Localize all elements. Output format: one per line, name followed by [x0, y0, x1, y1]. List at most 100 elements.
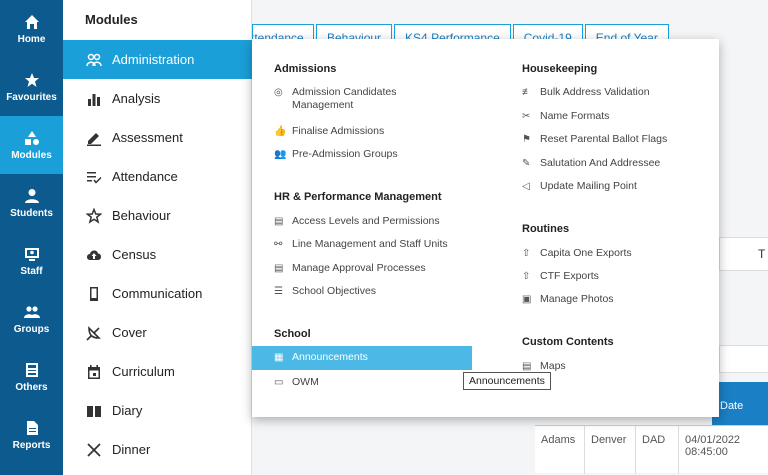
list-icon: ☰	[274, 286, 283, 297]
module-label: Communication	[112, 286, 203, 301]
menu-label: Name Formats	[540, 110, 610, 122]
phone-icon	[85, 286, 103, 302]
grid-cell: 04/01/2022 08:45:00	[685, 434, 741, 458]
rail-label: Reports	[12, 439, 51, 451]
cloud-upload-icon	[85, 247, 103, 263]
background-column-letter: T	[758, 247, 766, 261]
section-custom-contents: Custom Contents	[522, 336, 614, 348]
rail-students[interactable]: Students	[0, 174, 63, 232]
rail-others[interactable]: Others	[0, 348, 63, 406]
menu-label: Announcements	[292, 351, 368, 363]
table-icon: ▤	[274, 216, 284, 227]
menu-item-line-management[interactable]: ⚯ Line Management and Staff Units	[274, 238, 448, 251]
menu-item-capita-one-exports[interactable]: ⇧ Capita One Exports	[522, 247, 632, 260]
module-label: Cover	[112, 325, 147, 340]
scissors-icon: ✂	[522, 111, 531, 122]
rail-staff[interactable]: Staff	[0, 232, 63, 290]
menu-item-update-mailing-point[interactable]: ◁ Update Mailing Point	[522, 180, 637, 193]
module-label: Dinner	[112, 442, 151, 457]
module-label: Behaviour	[112, 208, 171, 223]
pencil-icon	[85, 130, 103, 146]
modules-title: Modules	[85, 12, 138, 27]
menu-item-access-levels[interactable]: ▤ Access Levels and Permissions	[274, 215, 440, 228]
menu-item-admission-candidates[interactable]: ◎ Admission Candidates Management	[274, 86, 434, 112]
announcements-tooltip: Announcements	[463, 372, 551, 390]
menu-item-name-formats[interactable]: ✂ Name Formats	[522, 110, 609, 123]
menu-label: Line Management and Staff Units	[292, 238, 448, 250]
module-census[interactable]: Census	[63, 235, 252, 274]
menu-label: Pre-Admission Groups	[292, 148, 398, 160]
groups-icon	[23, 304, 41, 320]
section-admissions: Admissions	[274, 63, 337, 75]
menu-item-school-objectives[interactable]: ☰ School Objectives	[274, 285, 376, 298]
module-assessment[interactable]: Assessment	[63, 118, 252, 157]
reports-icon	[23, 420, 41, 436]
grid-header-date: Date	[712, 382, 768, 426]
rail-home[interactable]: Home	[0, 0, 63, 58]
menu-item-bulk-address-validation[interactable]: ≢ Bulk Address Validation	[522, 86, 650, 99]
star-outline-icon	[85, 207, 103, 224]
groups-icon: 👥	[274, 149, 287, 160]
section-school: School	[274, 328, 311, 340]
menu-item-finalise-admissions[interactable]: 👍 Finalise Admissions	[274, 125, 384, 138]
module-communication[interactable]: Communication	[63, 274, 252, 313]
modules-panel: Modules Administration Analysis Assessme…	[63, 0, 252, 475]
module-dinner[interactable]: Dinner	[63, 430, 252, 469]
module-label: Attendance	[112, 169, 178, 184]
message-icon: ▭	[274, 377, 284, 388]
menu-item-reset-ballot-flags[interactable]: ⚑ Reset Parental Ballot Flags	[522, 133, 667, 146]
menu-label: Access Levels and Permissions	[292, 215, 440, 227]
module-diary[interactable]: Diary	[63, 391, 252, 430]
calendar-icon	[85, 364, 103, 380]
module-label: Administration	[112, 52, 195, 67]
rail-label: Staff	[20, 265, 43, 277]
menu-label: Finalise Admissions	[292, 125, 385, 137]
staff-icon	[23, 246, 41, 262]
menu-item-announcements[interactable]: ▦ Announcements	[252, 346, 472, 370]
rail-groups[interactable]: Groups	[0, 290, 63, 348]
star-icon	[23, 72, 41, 88]
rail-label: Modules	[11, 149, 52, 161]
people-icon	[85, 52, 103, 68]
menu-item-pre-admission-groups[interactable]: 👥 Pre-Admission Groups	[274, 148, 398, 161]
menu-label: Manage Photos	[540, 293, 614, 305]
module-analysis[interactable]: Analysis	[63, 79, 252, 118]
menu-item-salutation[interactable]: ✎ Salutation And Addressee	[522, 157, 660, 170]
grid-cell: Denver	[585, 426, 636, 474]
table-icon: ▤	[274, 263, 284, 274]
menu-item-manage-photos[interactable]: ▣ Manage Photos	[522, 293, 614, 306]
menu-item-owm[interactable]: ▭ OWM	[274, 376, 319, 389]
menu-label: School Objectives	[292, 285, 377, 297]
module-label: Census	[112, 247, 157, 262]
module-label: Analysis	[112, 91, 161, 106]
export-icon: ⇧	[522, 271, 531, 282]
table-row[interactable]: Adams Denver DAD 04/01/2022 08:45:00	[535, 425, 768, 474]
rail-label: Others	[15, 381, 48, 393]
background-panel	[719, 345, 768, 373]
module-label: Diary	[112, 403, 143, 418]
menu-label: OWM	[292, 376, 319, 388]
others-icon	[23, 362, 41, 378]
thumbs-up-icon: 👍	[274, 126, 287, 137]
module-behaviour[interactable]: Behaviour	[63, 196, 252, 235]
module-curriculum[interactable]: Curriculum	[63, 352, 252, 391]
menu-label: Reset Parental Ballot Flags	[540, 133, 668, 145]
rail-reports[interactable]: Reports	[0, 406, 63, 464]
menu-item-approval-processes[interactable]: ▤ Manage Approval Processes	[274, 262, 426, 275]
module-attendance[interactable]: Attendance	[63, 157, 252, 196]
satellite-icon	[85, 325, 103, 341]
administration-dropdown: Admissions ◎ Admission Candidates Managem…	[252, 39, 719, 417]
menu-item-ctf-exports[interactable]: ⇧ CTF Exports	[522, 270, 599, 283]
menu-label: Update Mailing Point	[540, 180, 637, 192]
book-icon	[85, 403, 103, 419]
grid-cell: Adams	[535, 426, 585, 474]
announcement-icon: ▦	[274, 352, 284, 363]
module-administration[interactable]: Administration	[63, 40, 252, 79]
module-cover[interactable]: Cover	[63, 313, 252, 352]
home-icon	[23, 14, 41, 30]
section-housekeeping: Housekeeping	[522, 63, 598, 75]
rail-modules[interactable]: Modules	[0, 116, 63, 174]
menu-label: Bulk Address Validation	[540, 86, 650, 98]
rail-label: Groups	[13, 323, 50, 335]
rail-favourites[interactable]: Favourites	[0, 58, 63, 116]
